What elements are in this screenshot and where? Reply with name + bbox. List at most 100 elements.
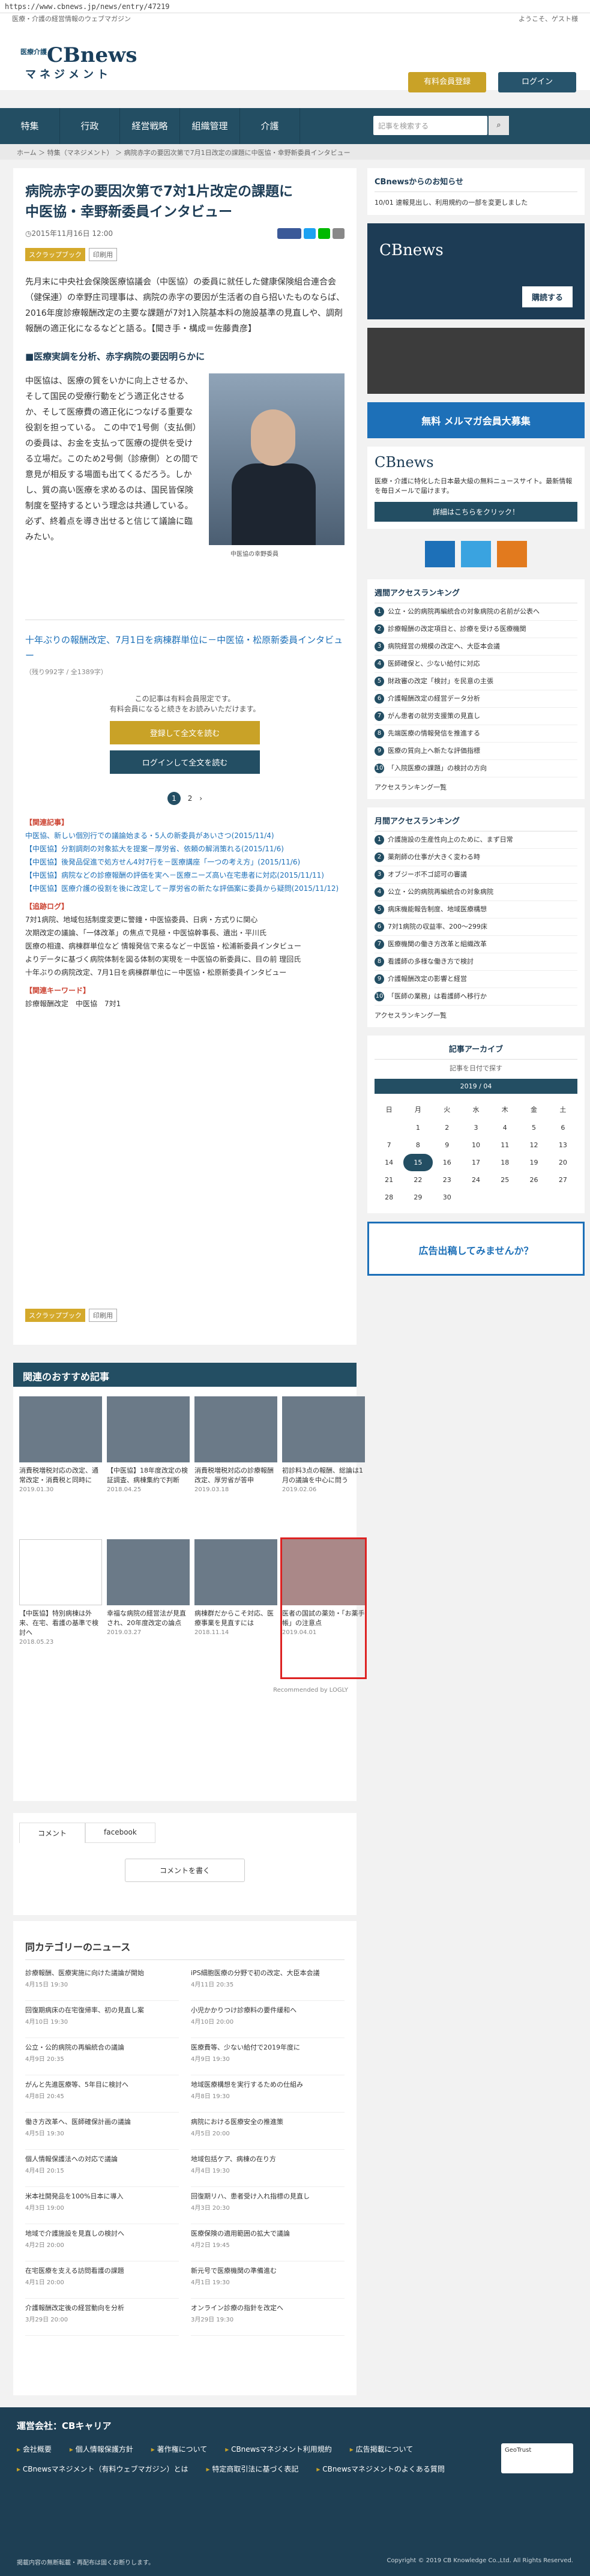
services-button[interactable]: 詳細はこちらをクリック！ [375,502,577,522]
nav-item-care[interactable]: 介護 [240,108,300,144]
footer-link[interactable]: CBnewsマネジメント利用規約 [225,2444,332,2454]
related-link[interactable]: 【中医協】後発品促進で処方せん4対7行を－医療講座「一つの考え方」(2015/1… [25,855,345,869]
next-article-link[interactable]: 十年ぶりの報酬改定、7月1日を病棟群単位に－中医協・松原新委員インタビュー [25,632,345,663]
footer-link[interactable]: CBnewsマネジメントのよくある質問 [316,2464,445,2474]
calendar-day[interactable]: 8 [403,1136,432,1154]
scrapbook-button[interactable]: スクラップブック [25,248,85,261]
ranking-item[interactable]: 1 介護施設の生産性向上のために、まず日常 [375,831,577,849]
calendar-day[interactable]: 2 [433,1119,462,1136]
footer-link[interactable]: 著作権について [151,2444,208,2454]
calendar-day[interactable]: 10 [462,1136,490,1154]
category-item[interactable]: 個人情報保護法への対応で議論 4月4日 20:15 [25,2150,179,2187]
ranking-item[interactable]: 6 介護報酬改定の経営データ分析 [375,690,577,708]
category-item[interactable]: 医療費等、少ない給付で2019年度に 4月9日 19:30 [191,2038,345,2075]
recommend-card[interactable]: 消費税増税対応の改定、通常改定・消費税と同時に 2019.01.30 [19,1396,102,1534]
ranking-item[interactable]: 9 介護報酬改定の影響と経営 [375,971,577,988]
site-logo[interactable]: 医療介護 CBnews マネジメント [20,43,137,81]
calendar-day[interactable]: 30 [433,1189,462,1206]
calendar-day[interactable]: 19 [519,1154,548,1171]
recommend-card[interactable]: 初診料3点の報酬、総論は1月の議論を中心に問う 2019.02.06 [282,1396,365,1534]
monthly-more-link[interactable]: アクセスランキング一覧 [375,1010,577,1020]
calendar-day[interactable]: 12 [519,1136,548,1154]
calendar-day[interactable]: 29 [403,1189,432,1206]
page-current[interactable]: 1 [167,792,181,805]
calendar-day[interactable]: 3 [462,1119,490,1136]
category-item[interactable]: 公立・公的病院の再編統合の議論 4月9日 20:35 [25,2038,179,2075]
calendar-day[interactable]: 25 [490,1171,519,1189]
calendar-day[interactable]: 27 [549,1171,577,1189]
scrapbook-button-bottom[interactable]: スクラップブック [25,1309,85,1322]
footer-link[interactable]: 広告掲載について [350,2444,414,2454]
ad-banner[interactable]: 広告出稿してみませんか？ [367,1222,585,1276]
category-item[interactable]: 米本社開発品を100%日本に導入 4月3日 19:00 [25,2187,179,2224]
calendar-day[interactable]: 18 [490,1154,519,1171]
category-item[interactable]: 働き方改革へ、医師確保計画の議論 4月5日 19:30 [25,2113,179,2150]
register-read-button[interactable]: 登録して全文を読む [110,721,260,744]
category-item[interactable]: オンライン診療の指針を改定へ 3月29日 19:30 [191,2299,345,2336]
search-input[interactable]: 記事を検索する [373,116,487,135]
ranking-item[interactable]: 5 財政審の改定「検討」を民意の主張 [375,673,577,690]
category-item[interactable]: 地域医療構想を実行するための仕組み 4月8日 19:30 [191,2075,345,2113]
category-item[interactable]: 回復期病床の在宅復帰率、初の見直し案 4月10日 19:30 [25,2001,179,2038]
trial-button[interactable]: 有料会員登録 [408,72,486,92]
category-item[interactable]: 診療報酬、医療実施に向けた議論が開始 4月15日 19:30 [25,1964,179,2001]
ranking-item[interactable]: 3 病院経営の規模の改定へ、大臣本会議 [375,638,577,656]
ranking-item[interactable]: 3 オブジーボ不ゴ認可の審議 [375,866,577,884]
weekly-more-link[interactable]: アクセスランキング一覧 [375,782,577,792]
ranking-item[interactable]: 2 薬剤師の仕事が大きく変わる時 [375,849,577,866]
recommend-card[interactable]: 医者の国試の薬効・「お薬手帳」の注意点 2019.04.01 [280,1537,367,1679]
related-link[interactable]: 【中医協】医療介護の役割を後に改定して－厚労省の新たな評価案に委員から疑問(20… [25,882,345,895]
calendar-day[interactable]: 1 [403,1119,432,1136]
category-item[interactable]: 医療保険の適用範囲の拡大で議論 4月2日 19:45 [191,2224,345,2261]
page-next[interactable]: 2 [188,794,193,803]
calendar-day[interactable]: 4 [490,1119,519,1136]
tab-comments[interactable]: コメント [19,1823,86,1843]
nav-item-feature[interactable]: 特集 [0,108,60,144]
ranking-item[interactable]: 8 先端医療の情報発信を推進する [375,725,577,743]
calendar-day[interactable]: 13 [549,1136,577,1154]
calendar-day[interactable]: 6 [549,1119,577,1136]
print-button-bottom[interactable]: 印刷用 [89,1309,117,1322]
recommend-card[interactable]: 【中医協】18年度改定の検証調査、病棟集約で判断 2018.04.25 [107,1396,190,1534]
line-share-icon[interactable] [318,228,330,239]
facebook-icon[interactable] [425,541,455,567]
ranking-item[interactable]: 4 医師確保と、少ない給付に対応 [375,656,577,673]
tracking-link[interactable]: 十年ぶりの病院改定、7月1日を病棟群単位に－中医協・松原新委員インタビュー [25,966,345,979]
recommend-card[interactable]: 病棟群だからこそ対応、医療事業を見直すには 2018.11.14 [194,1539,277,1677]
ranking-item[interactable]: 10 「入院医療の課題」の検討の方向 [375,760,577,777]
ranking-item[interactable]: 5 病床機能報告制度、地域医療構想 [375,901,577,918]
tracking-link[interactable]: よりデータに基づく病院体制を図る体制の実現を－中医協の新委員に、目の前 理回氏 [25,953,345,966]
calendar-day[interactable]: 20 [549,1154,577,1171]
category-item[interactable]: 回復期リハ、患者受け入れ指標の見直し 4月3日 20:30 [191,2187,345,2224]
category-item[interactable]: iPS細胞医療の分野で初の改定、大臣本会議 4月11日 20:35 [191,1964,345,2001]
category-item[interactable]: 介護報酬改定後の経営動向を分析 3月29日 20:00 [25,2299,179,2336]
calendar-day[interactable]: 16 [433,1154,462,1171]
calendar-day[interactable]: 11 [490,1136,519,1154]
category-item[interactable]: 小児かかりつけ診療料の要件緩和へ 4月10日 20:00 [191,2001,345,2038]
ranking-item[interactable]: 1 公立・公的病院再編統合の対象病院の名前が公表へ [375,603,577,621]
twitter-share-icon[interactable] [304,228,316,239]
ranking-item[interactable]: 9 医療の質向上へ新たな評価指標 [375,743,577,760]
calendar-day[interactable]: 7 [375,1136,403,1154]
search-icon[interactable]: ⌕ [489,116,509,135]
write-comment-button[interactable]: コメントを書く [125,1859,245,1882]
calendar-day[interactable]: 23 [433,1171,462,1189]
related-link[interactable]: 中医協、新しい個別行での議論始まる・5人の新委員があいさつ(2015/11/4) [25,829,345,842]
calendar-day[interactable]: 24 [462,1171,490,1189]
mail-share-icon[interactable] [333,228,345,239]
category-item[interactable]: 新元号で医療機関の準備進む 4月1日 19:30 [191,2261,345,2299]
recommend-card[interactable]: 消費税増税対応の診療報酬改定、厚労省が答申 2019.03.18 [194,1396,277,1534]
calendar-day[interactable]: 15 [403,1154,433,1171]
calendar-day[interactable]: 21 [375,1171,403,1189]
login-read-button[interactable]: ログインして全文を読む [110,750,260,774]
login-button[interactable]: ログイン [498,72,576,92]
recommend-card[interactable]: 幸福な病院の経営法が見直され、20年度改定の論点 2019.03.27 [107,1539,190,1677]
footer-link[interactable]: 特定商取引法に基づく表記 [206,2464,298,2474]
buy-button[interactable]: 購読する [522,286,573,307]
footer-link[interactable]: 会社概要 [17,2444,52,2454]
ranking-item[interactable]: 7 医療機関の働き方改革と組織改革 [375,936,577,953]
calendar-day[interactable]: 28 [375,1189,403,1206]
calendar-day[interactable]: 17 [462,1154,490,1171]
tracking-link[interactable]: 医療の相違、病棟群単位など 情報発信で来るなど－中医協・松浦新委員インタビュー [25,940,345,953]
notice-item[interactable]: 10/01 速報見出し、利用規約の一部を変更しました [375,198,577,208]
